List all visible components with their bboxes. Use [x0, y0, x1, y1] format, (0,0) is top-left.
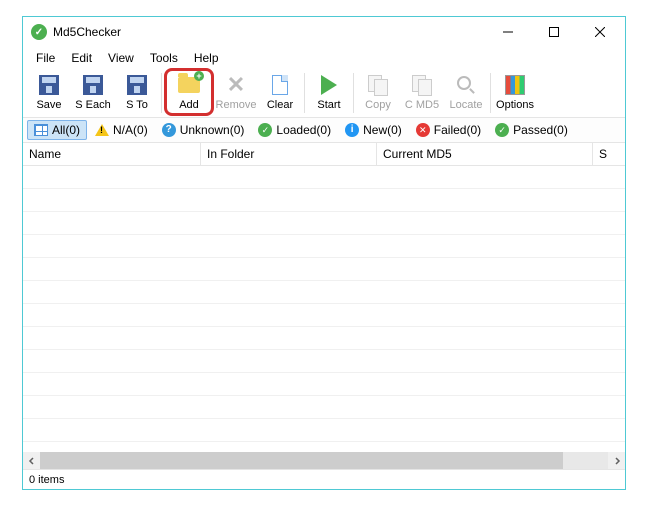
menu-help[interactable]: Help: [187, 49, 226, 67]
minimize-button[interactable]: [485, 17, 531, 47]
filter-unknown[interactable]: ?Unknown(0): [156, 121, 251, 139]
status-bar: 0 items: [23, 469, 625, 489]
horizontal-scrollbar[interactable]: [23, 452, 625, 469]
filter-loaded[interactable]: Loaded(0): [252, 121, 337, 139]
copy-icon: [410, 73, 434, 97]
copy-md5-button: C MD5: [400, 71, 444, 113]
play-icon: [317, 73, 341, 97]
column-current-md5[interactable]: Current MD5: [377, 143, 593, 165]
add-button[interactable]: +Add: [167, 71, 211, 113]
copy-button: Copy: [356, 71, 400, 113]
filter-na[interactable]: N/A(0): [89, 121, 154, 139]
document-icon: [268, 73, 292, 97]
menu-view[interactable]: View: [101, 49, 141, 67]
grid-icon: [34, 123, 48, 137]
column-name[interactable]: Name: [23, 143, 201, 165]
check-icon: [495, 123, 509, 137]
file-grid[interactable]: [23, 166, 625, 452]
disk-icon: [81, 73, 105, 97]
menu-file[interactable]: File: [29, 49, 62, 67]
save-button[interactable]: Save: [27, 71, 71, 113]
window-title: Md5Checker: [53, 25, 485, 39]
copy-icon: [366, 73, 390, 97]
titlebar: Md5Checker: [23, 17, 625, 47]
options-icon: [503, 73, 527, 97]
menu-tools[interactable]: Tools: [143, 49, 185, 67]
add-button-highlight: +Add: [164, 68, 214, 116]
column-in-folder[interactable]: In Folder: [201, 143, 377, 165]
disk-icon: [125, 73, 149, 97]
scroll-left-arrow[interactable]: [23, 452, 40, 469]
question-icon: ?: [162, 123, 176, 137]
filter-bar: All(0) N/A(0) ?Unknown(0) Loaded(0) New(…: [23, 118, 625, 143]
column-s[interactable]: S: [593, 143, 625, 165]
app-window: Md5Checker File Edit View Tools Help Sav…: [22, 16, 626, 490]
filter-passed[interactable]: Passed(0): [489, 121, 574, 139]
app-icon: [31, 24, 47, 40]
status-text: 0 items: [29, 474, 64, 486]
start-button[interactable]: Start: [307, 71, 351, 113]
column-headers: Name In Folder Current MD5 S: [23, 143, 625, 166]
toolbar-separator: [161, 73, 162, 113]
folder-plus-icon: +: [177, 73, 201, 97]
filter-all[interactable]: All(0): [27, 120, 87, 140]
disk-icon: [37, 73, 61, 97]
scroll-track[interactable]: [40, 452, 608, 469]
info-icon: [345, 123, 359, 137]
x-icon: ✕: [224, 73, 248, 97]
check-icon: [258, 123, 272, 137]
remove-button: ✕Remove: [214, 71, 258, 113]
toolbar-separator: [353, 73, 354, 113]
locate-button: Locate: [444, 71, 488, 113]
save-to-button[interactable]: S To: [115, 71, 159, 113]
toolbar-separator: [490, 73, 491, 113]
save-each-button[interactable]: S Each: [71, 71, 115, 113]
toolbar-separator: [304, 73, 305, 113]
filter-new[interactable]: New(0): [339, 121, 408, 139]
toolbar: Save S Each S To +Add ✕Remove Clear Star…: [23, 69, 625, 118]
close-button[interactable]: [577, 17, 623, 47]
menu-edit[interactable]: Edit: [64, 49, 99, 67]
maximize-button[interactable]: [531, 17, 577, 47]
warning-icon: [95, 123, 109, 137]
fail-icon: [416, 123, 430, 137]
options-button[interactable]: Options: [493, 71, 537, 113]
menubar: File Edit View Tools Help: [23, 47, 625, 69]
filter-failed[interactable]: Failed(0): [410, 121, 487, 139]
grid-empty-rows: [23, 166, 625, 452]
scroll-right-arrow[interactable]: [608, 452, 625, 469]
magnify-icon: [454, 73, 478, 97]
clear-button[interactable]: Clear: [258, 71, 302, 113]
scroll-thumb[interactable]: [40, 452, 563, 469]
